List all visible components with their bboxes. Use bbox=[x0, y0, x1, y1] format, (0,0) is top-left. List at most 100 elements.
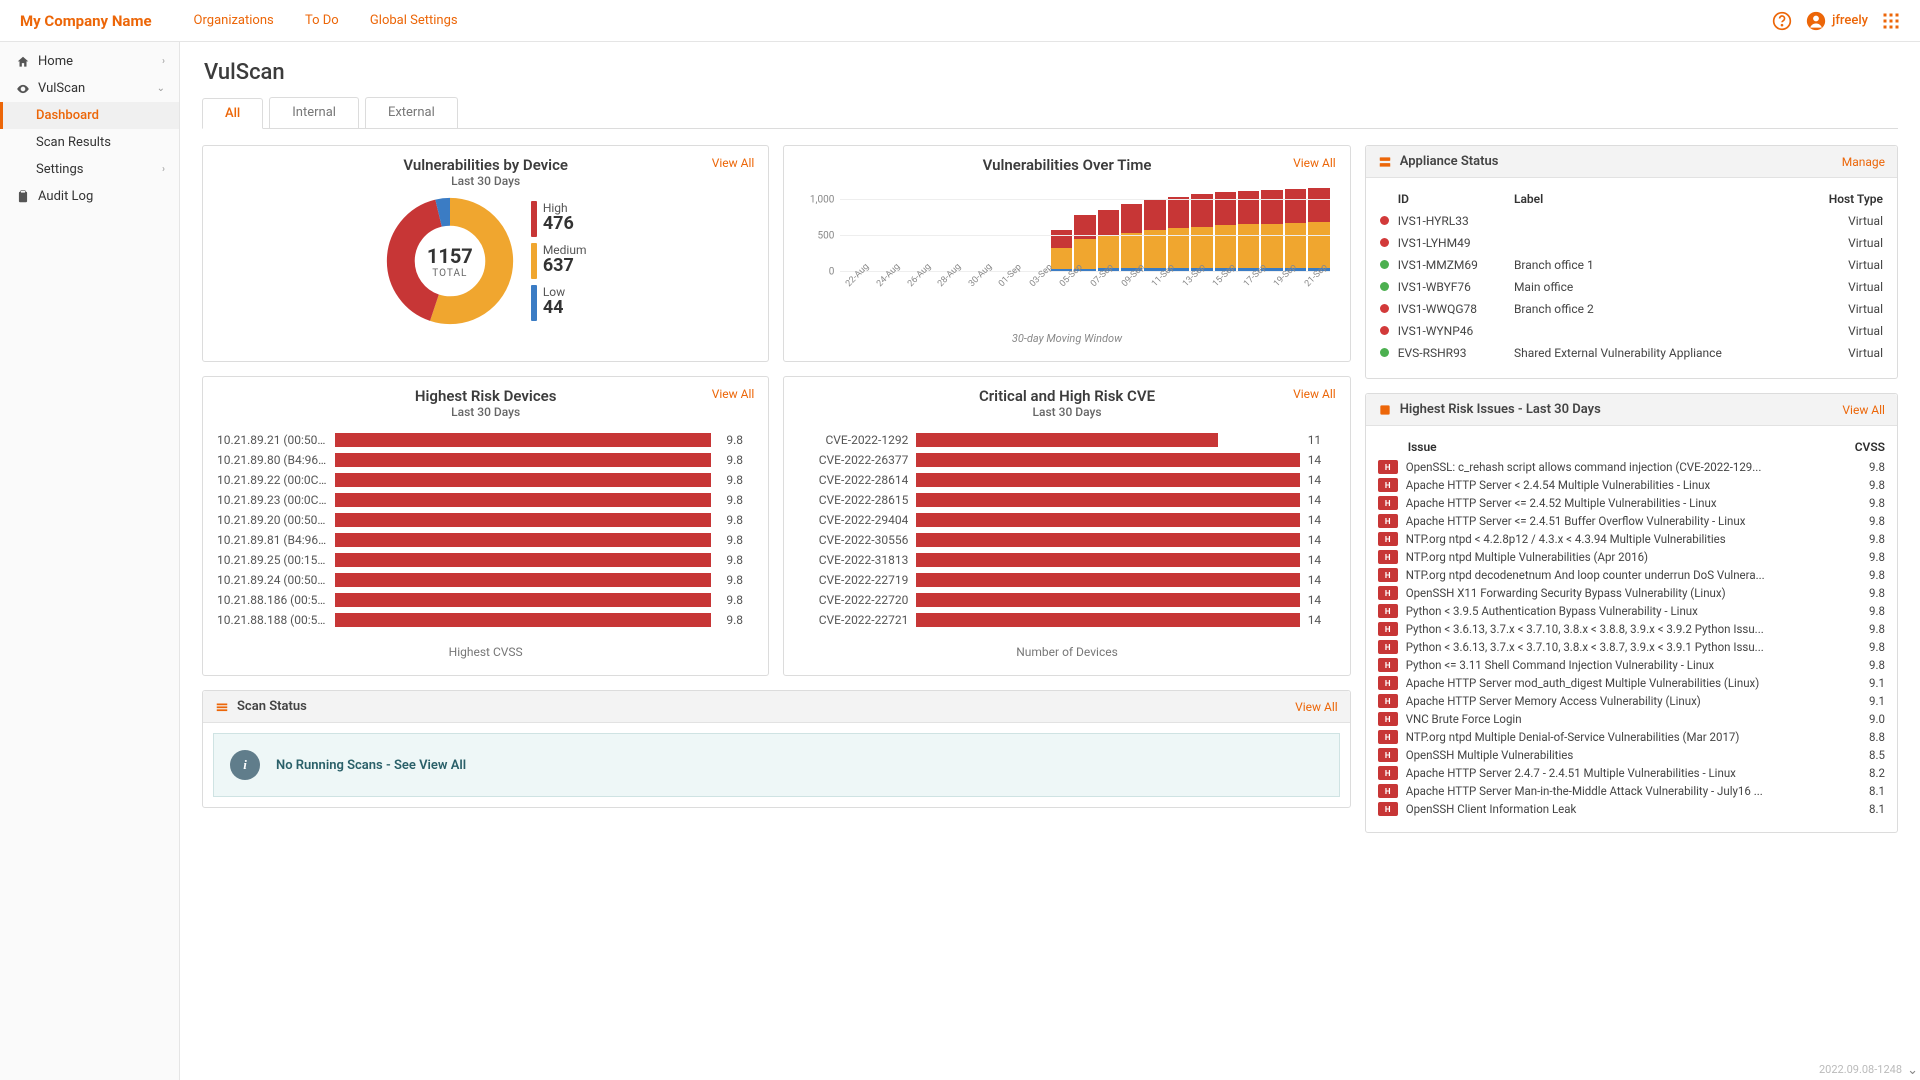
issue-row[interactable]: H Python < 3.9.5 Authentication Bypass V… bbox=[1378, 602, 1885, 620]
hbar-row[interactable]: CVE-2022-31813 14 bbox=[798, 553, 1335, 567]
hbar-value: 14 bbox=[1308, 473, 1336, 487]
table-row[interactable]: IVS1-LYHM49 Virtual bbox=[1378, 232, 1885, 254]
issue-row[interactable]: H VNC Brute Force Login 9.0 bbox=[1378, 710, 1885, 728]
hbar-row[interactable]: 10.21.89.80 (B4:96:9... 9.8 bbox=[217, 453, 754, 467]
card-vuln-by-device: Vulnerabilities by Device Last 30 Days V… bbox=[202, 145, 769, 362]
nav-global-settings[interactable]: Global Settings bbox=[370, 13, 458, 28]
hbar-row[interactable]: CVE-2022-30556 14 bbox=[798, 533, 1335, 547]
issue-row[interactable]: H Apache HTTP Server <= 2.4.52 Multiple … bbox=[1378, 494, 1885, 512]
issue-score: 9.8 bbox=[1839, 568, 1885, 582]
issue-row[interactable]: H OpenSSH Client Information Leak 8.1 bbox=[1378, 800, 1885, 818]
sidebar-item-audit-log[interactable]: Audit Log bbox=[0, 183, 179, 210]
table-row[interactable]: IVS1-WYNP46 Virtual bbox=[1378, 320, 1885, 342]
nav-organizations[interactable]: Organizations bbox=[194, 13, 274, 28]
issue-row[interactable]: H Apache HTTP Server Man-in-the-Middle A… bbox=[1378, 782, 1885, 800]
view-all-link[interactable]: View All bbox=[712, 156, 755, 170]
table-row[interactable]: IVS1-HYRL33 Virtual bbox=[1378, 210, 1885, 232]
hbar-row[interactable]: 10.21.88.188 (00:50:... 9.8 bbox=[217, 613, 754, 627]
severity-badge-icon: H bbox=[1378, 784, 1398, 798]
cell-host: Virtual bbox=[1805, 276, 1885, 298]
severity-badge-icon: H bbox=[1378, 550, 1398, 564]
issue-score: 9.8 bbox=[1839, 604, 1885, 618]
hbar-row[interactable]: CVE-2022-26377 14 bbox=[798, 453, 1335, 467]
view-all-link[interactable]: View All bbox=[1295, 700, 1338, 714]
hbar-row[interactable]: CVE-2022-22719 14 bbox=[798, 573, 1335, 587]
issue-row[interactable]: H NTP.org ntpd Multiple Denial-of-Servic… bbox=[1378, 728, 1885, 746]
issue-text: Apache HTTP Server <= 2.4.51 Buffer Over… bbox=[1406, 514, 1831, 528]
issue-text: OpenSSH Client Information Leak bbox=[1406, 802, 1831, 816]
hbar-label: 10.21.89.23 (00:0C:2... bbox=[217, 493, 327, 507]
content[interactable]: VulScan All Internal External Vulnerabil… bbox=[180, 42, 1920, 1080]
hbar-row[interactable]: 10.21.89.21 (00:50:5... 9.8 bbox=[217, 433, 754, 447]
issue-row[interactable]: H Apache HTTP Server 2.4.7 - 2.4.51 Mult… bbox=[1378, 764, 1885, 782]
view-all-link[interactable]: View All bbox=[712, 387, 755, 401]
table-row[interactable]: EVS-RSHR93 Shared External Vulnerability… bbox=[1378, 342, 1885, 364]
issue-text: VNC Brute Force Login bbox=[1406, 712, 1831, 726]
issue-score: 8.2 bbox=[1839, 766, 1885, 780]
sidebar-item-home[interactable]: Home › bbox=[0, 48, 179, 75]
hbar-row[interactable]: 10.21.89.20 (00:50:5... 9.8 bbox=[217, 513, 754, 527]
issue-row[interactable]: H Apache HTTP Server < 2.4.54 Multiple V… bbox=[1378, 476, 1885, 494]
cell-label: Branch office 1 bbox=[1512, 254, 1805, 276]
issue-row[interactable]: H NTP.org ntpd decodenetnum And loop cou… bbox=[1378, 566, 1885, 584]
manage-link[interactable]: Manage bbox=[1842, 155, 1885, 169]
issue-score: 8.8 bbox=[1839, 730, 1885, 744]
hbar-row[interactable]: CVE-2022-22720 14 bbox=[798, 593, 1335, 607]
table-row[interactable]: IVS1-WWQG78 Branch office 2 Virtual bbox=[1378, 298, 1885, 320]
severity-badge-icon: H bbox=[1378, 730, 1398, 744]
cell-host: Virtual bbox=[1805, 320, 1885, 342]
severity-badge-icon: H bbox=[1378, 676, 1398, 690]
hbar-value: 14 bbox=[1308, 573, 1336, 587]
hbar-row[interactable]: 10.21.89.81 (B4:96:9... 9.8 bbox=[217, 533, 754, 547]
hbar-label: 10.21.89.20 (00:50:5... bbox=[217, 513, 327, 527]
cell-label: Branch office 2 bbox=[1512, 298, 1805, 320]
issue-row[interactable]: H OpenSSH Multiple Vulnerabilities 8.5 bbox=[1378, 746, 1885, 764]
issue-row[interactable]: H Apache HTTP Server mod_auth_digest Mul… bbox=[1378, 674, 1885, 692]
issue-row[interactable]: H Python <= 3.11 Shell Command Injection… bbox=[1378, 656, 1885, 674]
issue-row[interactable]: H OpenSSH X11 Forwarding Security Bypass… bbox=[1378, 584, 1885, 602]
hbar-row[interactable]: CVE-2022-29404 14 bbox=[798, 513, 1335, 527]
sidebar-sub-settings[interactable]: Settings › bbox=[0, 156, 179, 183]
apps-grid-icon[interactable] bbox=[1882, 12, 1900, 30]
hbar-row[interactable]: CVE-2022-28615 14 bbox=[798, 493, 1335, 507]
view-all-link[interactable]: View All bbox=[1293, 387, 1336, 401]
hbar-row[interactable]: 10.21.89.23 (00:0C:2... 9.8 bbox=[217, 493, 754, 507]
table-row[interactable]: IVS1-MMZM69 Branch office 1 Virtual bbox=[1378, 254, 1885, 276]
issue-text: NTP.org ntpd Multiple Denial-of-Service … bbox=[1406, 730, 1831, 744]
hbar-row[interactable]: CVE-2022-22721 14 bbox=[798, 613, 1335, 627]
sidebar-item-vulscan[interactable]: VulScan ⌄ bbox=[0, 75, 179, 102]
issue-row[interactable]: H NTP.org ntpd < 4.2.8p12 / 4.3.x < 4.3.… bbox=[1378, 530, 1885, 548]
severity-badge-icon: H bbox=[1378, 766, 1398, 780]
issue-row[interactable]: H Python < 3.6.13, 3.7.x < 3.7.10, 3.8.x… bbox=[1378, 638, 1885, 656]
brand-logo[interactable]: My Company Name bbox=[20, 12, 152, 30]
hbar-label: CVE-2022-31813 bbox=[798, 553, 908, 567]
table-row[interactable]: IVS1-WBYF76 Main office Virtual bbox=[1378, 276, 1885, 298]
hbar-row[interactable]: 10.21.89.22 (00:0C:2... 9.8 bbox=[217, 473, 754, 487]
severity-badge-icon: H bbox=[1378, 478, 1398, 492]
hbar-row[interactable]: 10.21.88.186 (00:50:... 9.8 bbox=[217, 593, 754, 607]
sidebar-sub-dashboard[interactable]: Dashboard bbox=[0, 102, 179, 129]
hbar-row[interactable]: CVE-2022-28614 14 bbox=[798, 473, 1335, 487]
help-icon[interactable] bbox=[1772, 11, 1792, 31]
hbar-row[interactable]: 10.21.89.24 (00:50:5... 9.8 bbox=[217, 573, 754, 587]
severity-badge-icon: H bbox=[1378, 532, 1398, 546]
issue-score: 9.8 bbox=[1839, 658, 1885, 672]
user-menu[interactable]: jfreely bbox=[1806, 11, 1868, 31]
tab-external[interactable]: External bbox=[365, 97, 458, 128]
hbar-row[interactable]: 10.21.89.25 (00:15:5... 9.8 bbox=[217, 553, 754, 567]
issue-row[interactable]: H OpenSSL: c_rehash script allows comman… bbox=[1378, 458, 1885, 476]
view-all-link[interactable]: View All bbox=[1293, 156, 1336, 170]
scroll-down-icon[interactable]: ⌄ bbox=[1907, 1063, 1918, 1078]
tab-all[interactable]: All bbox=[202, 98, 263, 129]
issue-row[interactable]: H Python < 3.6.13, 3.7.x < 3.7.10, 3.8.x… bbox=[1378, 620, 1885, 638]
sidebar-sub-scan-results[interactable]: Scan Results bbox=[0, 129, 179, 156]
issue-row[interactable]: H Apache HTTP Server <= 2.4.51 Buffer Ov… bbox=[1378, 512, 1885, 530]
nav-todo[interactable]: To Do bbox=[305, 13, 339, 28]
issue-row[interactable]: H NTP.org ntpd Multiple Vulnerabilities … bbox=[1378, 548, 1885, 566]
tab-internal[interactable]: Internal bbox=[269, 97, 359, 128]
hbar-row[interactable]: CVE-2022-1292 11 bbox=[798, 433, 1335, 447]
hbar-value: 14 bbox=[1308, 453, 1336, 467]
chevron-right-icon: › bbox=[162, 56, 165, 67]
view-all-link[interactable]: View All bbox=[1842, 403, 1885, 417]
issue-row[interactable]: H Apache HTTP Server Memory Access Vulne… bbox=[1378, 692, 1885, 710]
